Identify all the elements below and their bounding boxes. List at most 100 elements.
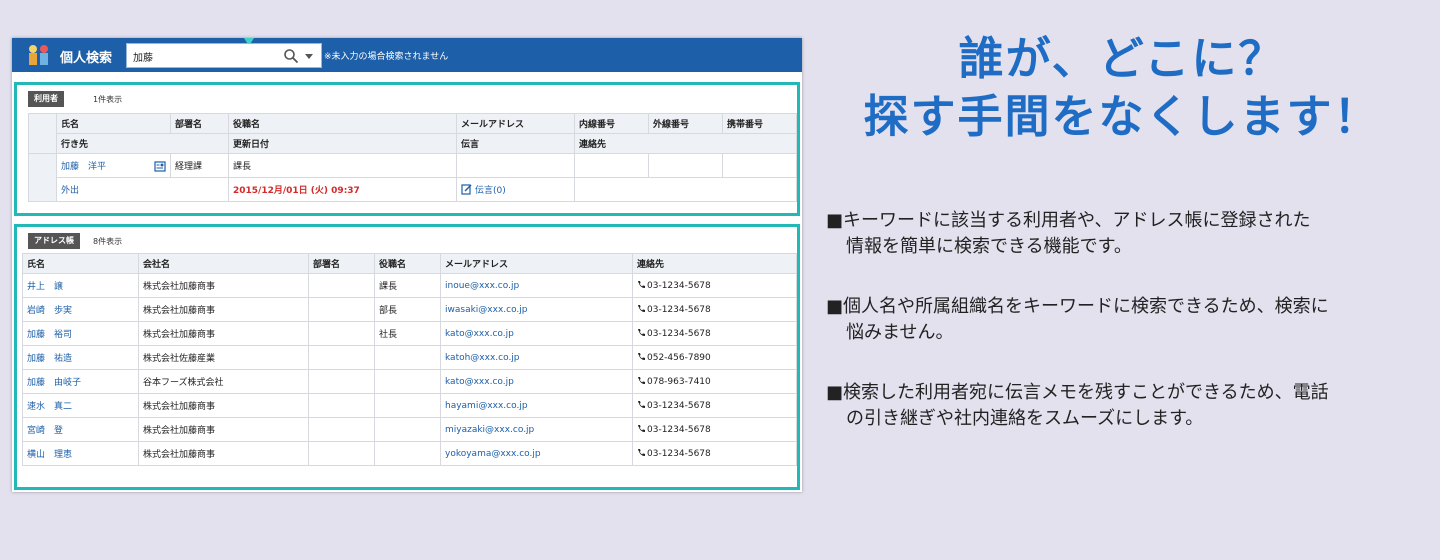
user-card-icon[interactable] [154,160,166,172]
user-name-cell: 加藤 洋平 [56,153,171,178]
phone-cell: 03-1234-5678 [632,393,797,418]
company-text: 株式会社加藤商事 [143,282,216,292]
email-link[interactable]: kato@xxx.co.jp [445,377,514,387]
user-table: 氏名 部署名 役職名 メールアドレス 内線番号 外線番号 携帯番号 行き先 更新… [28,113,797,202]
email-cell: kato@xxx.co.jp [440,369,633,394]
company-cell: 谷本フーズ株式会社 [138,369,309,394]
position-cell: 課長 [228,153,457,178]
email-link[interactable]: iwasaki@xxx.co.jp [445,305,528,315]
phone-text: 03-1234-5678 [647,401,711,411]
address-table: 氏名 会社名 部署名 役職名 メールアドレス 連絡先 井上 譲株式会社加藤商事課… [22,253,797,466]
phone-text: 078-963-7410 [647,377,711,387]
phone-cell: 03-1234-5678 [632,321,797,346]
column-header: 部署名 [170,113,229,134]
user-results-section: 利用者 1件表示 氏名 部署名 役職名 メールアドレス 内線番号 外線番号 携帯… [14,82,800,216]
column-header: 内線番号 [574,113,649,134]
memo-icon[interactable] [461,184,472,195]
position-cell [374,345,441,370]
table-row: 加藤 祐造 株式会社佐藤産業 katoh@xxx.co.jp 052-456-7890 [22,345,797,370]
message-link[interactable]: 伝言(0) [475,186,506,196]
email-cell: inoue@xxx.co.jp [440,273,633,298]
email-cell: hayami@xxx.co.jp [440,393,633,418]
position-text: 課長 [379,282,398,292]
address-book-section: アドレス帳 8件表示 氏名 会社名 部署名 役職名 メールアドレス 連絡先 井上… [14,224,800,490]
email-link[interactable]: kato@xxx.co.jp [445,329,514,339]
contact-name-cell: 加藤 由岐子 [22,369,139,394]
phone-icon [637,329,647,339]
user-result-count: 1件表示 [93,95,123,104]
email-cell: iwasaki@xxx.co.jp [440,297,633,322]
feature-text: の引き継ぎや社内連絡をスムーズにします。 [846,408,1204,429]
feature-item: ■検索した利用者宛に伝言メモを残すことができるため、電話 の引き継ぎや社内連絡を… [826,380,1426,432]
company-text: 株式会社佐藤産業 [143,354,216,364]
chevron-down-icon[interactable] [303,50,315,62]
column-header: 部署名 [308,253,375,274]
column-header: 役職名 [374,253,441,274]
department-cell [308,321,375,346]
contact-name-link[interactable]: 加藤 裕司 [27,330,72,340]
feature-list: ■キーワードに該当する利用者や、アドレス帳に登録された 情報を簡単に検索できる機… [826,208,1426,466]
search-icon[interactable] [283,48,299,64]
phone-text: 03-1234-5678 [647,305,711,315]
phone-cell: 03-1234-5678 [632,417,797,442]
phone-text: 03-1234-5678 [647,329,711,339]
email-cell: kato@xxx.co.jp [440,321,633,346]
column-header: 伝言 [456,133,575,154]
extension-cell [574,153,649,178]
position-cell [374,393,441,418]
table-row: 岩崎 歩実 株式会社加藤商事 部長 iwasaki@xxx.co.jp 03-1234-… [22,297,797,322]
app-logo-icon [29,45,48,65]
position-cell [374,417,441,442]
app-screenshot: 個人検索 ※未入力の場合検索されません 利用者 1件表示 氏名 部署名 役職名 … [12,38,802,492]
phone-cell: 03-1234-5678 [632,273,797,298]
contact-name-cell: 加藤 裕司 [22,321,139,346]
status-link[interactable]: 外出 [61,186,79,196]
email-cell: katoh@xxx.co.jp [440,345,633,370]
mobile-cell [722,153,797,178]
contact-name-cell: 井上 譲 [22,273,139,298]
contact-name-link[interactable]: 井上 譲 [27,282,63,292]
feature-text: ■個人名や所属組織名をキーワードに検索できるため、検索に [826,296,1329,317]
column-header: メールアドレス [456,113,575,134]
column-header: 連絡先 [574,133,797,154]
table-header-row: 行き先 更新日付 伝言 連絡先 [29,133,797,154]
external-number-cell [648,153,723,178]
email-cell: yokoyama@xxx.co.jp [440,441,633,466]
feature-text: 情報を簡単に検索できる機能です。 [846,236,1132,257]
email-link[interactable]: yokoyama@xxx.co.jp [445,449,541,459]
contact-name-link[interactable]: 加藤 由岐子 [27,378,81,388]
phone-text: 03-1234-5678 [647,281,711,291]
table-side-cell [28,113,57,154]
phone-text: 03-1234-5678 [647,449,711,459]
email-link[interactable]: katoh@xxx.co.jp [445,353,520,363]
column-header: 氏名 [56,113,171,134]
column-header: 外線番号 [648,113,723,134]
address-section-tag: アドレス帳 [28,233,80,249]
search-field[interactable] [126,43,322,68]
contact-name-link[interactable]: 速水 真二 [27,402,72,412]
department-cell [308,297,375,322]
position-text: 社長 [379,330,398,340]
status-cell: 外出 [56,177,229,202]
user-name-link[interactable]: 加藤 洋平 [61,162,106,172]
app-header: 個人検索 ※未入力の場合検索されません [12,38,802,72]
table-row: 外出 2015/12月/01日 (火) 09:37 伝言(0) [29,177,797,202]
email-link[interactable]: miyazaki@xxx.co.jp [445,425,534,435]
contact-name-cell: 岩崎 歩実 [22,297,139,322]
department-cell [308,417,375,442]
feature-text: ■検索した利用者宛に伝言メモを残すことができるため、電話 [826,382,1329,403]
search-input[interactable] [133,48,283,64]
email-link[interactable]: inoue@xxx.co.jp [445,281,519,291]
contact-name-link[interactable]: 加藤 祐造 [27,354,72,364]
address-result-count: 8件表示 [93,237,123,246]
column-header: 会社名 [138,253,309,274]
contact-name-link[interactable]: 宮崎 登 [27,426,63,436]
contact-name-link[interactable]: 岩崎 歩実 [27,306,72,316]
feature-item: ■キーワードに該当する利用者や、アドレス帳に登録された 情報を簡単に検索できる機… [826,208,1426,260]
contact-name-link[interactable]: 横山 理恵 [27,450,72,460]
phone-text: 052-456-7890 [647,353,711,363]
department-cell [308,345,375,370]
company-cell: 株式会社加藤商事 [138,441,309,466]
email-link[interactable]: hayami@xxx.co.jp [445,401,528,411]
company-text: 株式会社加藤商事 [143,306,216,316]
